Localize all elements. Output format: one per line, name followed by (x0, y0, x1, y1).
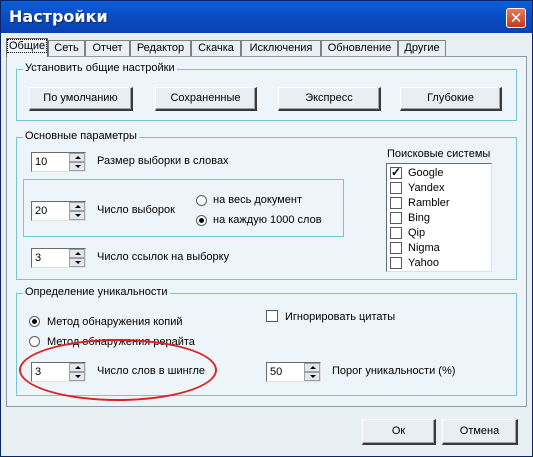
sample-size-stepper[interactable]: 10 (31, 152, 86, 172)
list-item-label: Yandex (408, 182, 445, 194)
search-engines-list[interactable]: ✓ Google Yandex Rambler Bing Qip Nigma Y… (386, 163, 492, 272)
method-copies-radio[interactable] (29, 316, 40, 327)
threshold-label: Порог уникальности (%) (332, 365, 456, 377)
samples-label: Число выборок (97, 204, 175, 216)
list-item[interactable]: Qip (390, 226, 490, 241)
list-item-label: Rambler (408, 197, 450, 209)
arrow-up-icon (310, 366, 316, 369)
stepper-down-button[interactable] (69, 258, 85, 267)
stepper-up-button[interactable] (69, 249, 85, 258)
scope-per1000-radio[interactable] (196, 215, 207, 226)
sample-size-value: 10 (35, 156, 48, 168)
list-item-label: Qip (408, 227, 426, 239)
links-value: 3 (35, 252, 42, 264)
arrow-down-icon (310, 375, 316, 378)
qip-checkbox[interactable] (390, 227, 402, 239)
stepper-down-button[interactable] (69, 162, 85, 171)
scope-whole-radio[interactable] (196, 195, 207, 206)
params-group-title: Основные параметры (23, 130, 139, 142)
checkmark-icon: ✓ (391, 165, 402, 179)
nigma-checkbox[interactable] (390, 242, 402, 254)
stepper-down-button[interactable] (304, 372, 320, 381)
threshold-arrows (304, 363, 320, 381)
ok-button[interactable]: Ок (362, 419, 436, 445)
list-item[interactable]: Rambler (390, 196, 490, 211)
rambler-checkbox[interactable] (390, 197, 402, 209)
links-arrows (69, 249, 85, 267)
cancel-button[interactable]: Отмена (442, 419, 518, 445)
links-stepper[interactable]: 3 (31, 248, 86, 268)
yandex-checkbox[interactable] (390, 182, 402, 194)
preset-saved-button[interactable]: Сохраненные (155, 87, 257, 111)
tab-download[interactable]: Скачка (191, 40, 241, 56)
preset-default-button[interactable]: По умолчанию (29, 87, 133, 111)
tab-general[interactable]: Общие (6, 38, 48, 57)
arrow-down-icon (75, 214, 81, 217)
sample-size-arrows (69, 153, 85, 171)
threshold-stepper[interactable]: 50 (266, 362, 321, 382)
uniqueness-group-title: Определение уникальности (23, 286, 170, 298)
method-rewrite-radio[interactable] (29, 336, 40, 347)
list-item[interactable]: Nigma (390, 241, 490, 256)
threshold-value: 50 (270, 366, 283, 378)
method-copies-label[interactable]: Метод обнаружения копий (47, 316, 183, 328)
bing-checkbox[interactable] (390, 212, 402, 224)
stepper-up-button[interactable] (69, 153, 85, 162)
list-item-label: Google (408, 167, 444, 179)
list-item[interactable]: Yandex (390, 181, 490, 196)
search-engines-title: Поисковые системы (387, 148, 491, 160)
title-bar[interactable]: Настройки ✕ (1, 1, 532, 33)
sample-size-label: Размер выборки в словах (97, 155, 229, 167)
ignore-quotes-checkbox[interactable] (266, 310, 278, 322)
close-icon: ✕ (509, 9, 523, 27)
tab-report[interactable]: Отчет (85, 40, 130, 56)
presets-group-title: Установить общие настройки (23, 62, 177, 74)
stepper-up-button[interactable] (304, 363, 320, 372)
tab-network[interactable]: Сеть (48, 40, 85, 56)
list-item-label: Nigma (408, 242, 440, 254)
highlight-oval (19, 339, 217, 401)
list-item[interactable]: Bing (390, 211, 490, 226)
arrow-up-icon (75, 156, 81, 159)
stepper-down-button[interactable] (69, 211, 85, 220)
settings-window: Настройки ✕ Общие Сеть Отчет Редактор Ск… (0, 0, 533, 457)
arrow-up-icon (75, 205, 81, 208)
window-title: Настройки (9, 7, 108, 26)
samples-arrows (69, 202, 85, 220)
arrow-down-icon (75, 165, 81, 168)
tab-exclusions[interactable]: Исключения (241, 40, 321, 56)
list-item-label: Yahoo (408, 257, 439, 269)
list-item-label: Bing (408, 212, 431, 224)
scope-whole-label[interactable]: на весь документ (213, 194, 302, 206)
close-button[interactable]: ✕ (506, 8, 526, 28)
stepper-up-button[interactable] (69, 202, 85, 211)
arrow-down-icon (75, 261, 81, 264)
list-item[interactable]: Yahoo (390, 256, 490, 271)
tab-editor[interactable]: Редактор (130, 40, 191, 56)
arrow-up-icon (75, 252, 81, 255)
preset-express-button[interactable]: Экспресс (278, 87, 381, 111)
tab-updates[interactable]: Обновление (321, 40, 398, 56)
yahoo-checkbox[interactable] (390, 257, 402, 269)
links-label: Число ссылок на выборку (97, 251, 230, 263)
scope-per1000-label[interactable]: на каждую 1000 слов (213, 214, 322, 226)
samples-value: 20 (35, 205, 48, 217)
ignore-quotes-label[interactable]: Игнорировать цитаты (285, 311, 395, 323)
samples-stepper[interactable]: 20 (31, 201, 86, 221)
google-checkbox[interactable]: ✓ (390, 165, 402, 179)
tab-other[interactable]: Другие (398, 40, 446, 56)
list-item[interactable]: ✓ Google (390, 165, 490, 181)
preset-deep-button[interactable]: Глубокие (400, 87, 502, 111)
